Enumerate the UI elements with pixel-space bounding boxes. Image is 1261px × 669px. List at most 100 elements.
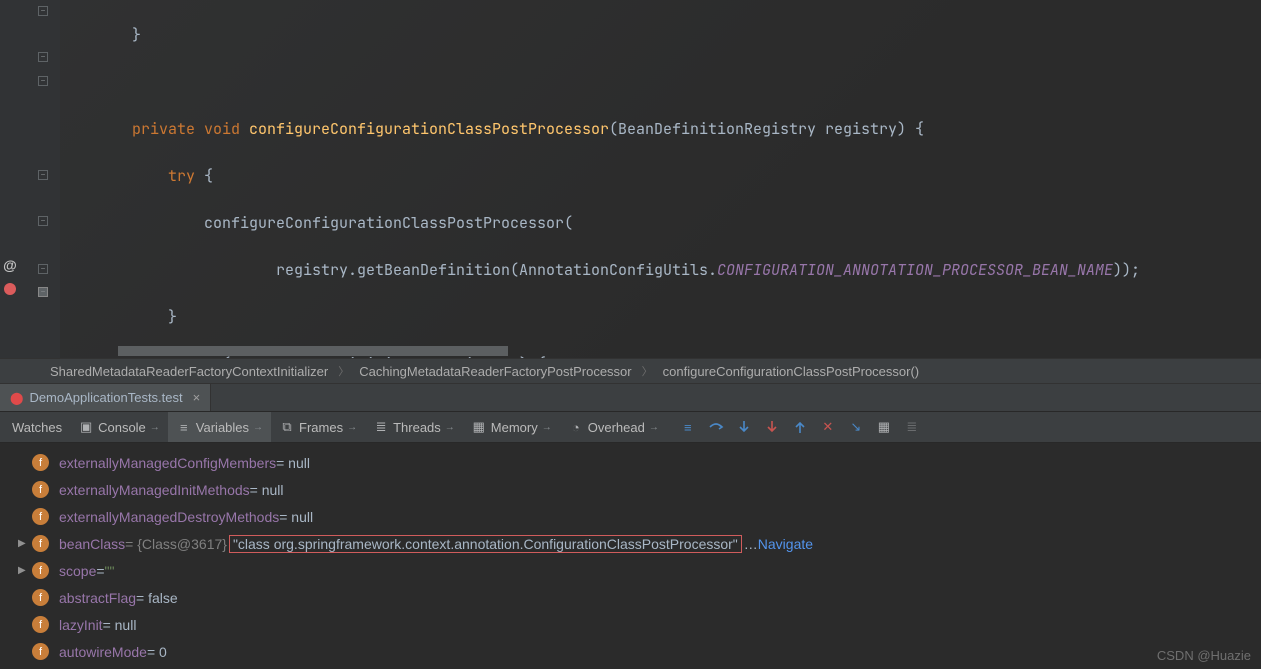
var-value: = null [250,482,284,498]
variable-row[interactable]: fabstractFlag = false [4,584,1261,611]
horizontal-scrollbar[interactable] [118,346,508,356]
variable-row[interactable]: f externallyManagedConfigMembers = null [4,449,1261,476]
tab-console[interactable]: ▣ Console → [70,412,168,442]
breadcrumb-item[interactable]: CachingMetadataReaderFactoryPostProcesso… [359,364,631,379]
var-name: abstractFlag [59,590,136,606]
debug-icon: ⬤ [10,391,23,405]
tab-label: Memory [491,420,538,435]
step-out-icon[interactable] [791,418,809,436]
fold-marker-icon[interactable]: − [38,52,48,62]
var-name: scope [59,563,96,579]
breadcrumb-item[interactable]: SharedMetadataReaderFactoryContextInitia… [50,364,328,379]
step-over-icon[interactable] [707,418,725,436]
tab-memory[interactable]: ▦Memory→ [463,412,560,442]
run-to-cursor-icon[interactable]: ↘ [847,418,865,436]
code-text: } [60,25,141,45]
breadcrumb[interactable]: SharedMetadataReaderFactoryContextInitia… [0,358,1261,384]
code-text: CONFIGURATION_ANNOTATION_PROCESSOR_BEAN_… [717,260,1113,280]
variables-panel[interactable]: f externallyManagedConfigMembers = null f… [0,443,1261,665]
step-into-icon[interactable] [735,418,753,436]
navigate-link[interactable]: Navigate [758,536,813,552]
var-name: externallyManagedInitMethods [59,482,250,498]
variable-row[interactable]: flazyInit = null [4,611,1261,638]
fold-marker-icon[interactable]: − [38,264,48,274]
tab-label: Overhead [588,420,645,435]
run-tab[interactable]: ⬤ DemoApplicationTests.test × [0,384,211,411]
show-execution-icon[interactable]: ≡ [679,418,697,436]
tab-label: Watches [12,420,62,435]
code-text: registry.getBeanDefinition(AnnotationCon… [60,260,717,280]
watermark: CSDN @Huazie [1157,648,1251,663]
tab-threads[interactable]: ≣Threads→ [365,412,463,442]
ellipsis: … [744,536,758,552]
annotation-icon[interactable]: @ [0,258,20,272]
gutter: − − − − − @ − − [0,0,60,358]
code-text: )); [1113,260,1140,280]
var-value: = null [103,617,137,633]
threads-icon: ≣ [373,419,389,435]
field-icon: f [32,508,49,525]
fold-marker-icon[interactable]: − [38,6,48,16]
field-icon: f [32,481,49,498]
force-step-into-icon[interactable] [763,418,781,436]
var-value: = null [276,455,310,471]
fold-marker-icon[interactable]: − [38,216,48,226]
breakpoint-icon[interactable] [0,282,20,296]
tab-label: Threads [393,420,441,435]
var-value: = false [136,590,178,606]
chevron-right-icon: 〉 [338,363,349,379]
code-editor[interactable]: − − − − − @ − − } private void configure… [0,0,1261,358]
fold-marker-icon[interactable]: − [38,170,48,180]
code-text: } [60,307,177,327]
code-text: configureConfigurationClassPostProcessor [249,119,609,139]
code-text: configureConfigurationClassPostProcessor… [60,213,573,233]
var-name: externallyManagedDestroyMethods [59,509,279,525]
fold-marker-icon[interactable]: − [38,76,48,86]
pin-icon: → [150,422,160,433]
evaluate-icon[interactable]: ▦ [875,418,893,436]
run-tab-label: DemoApplicationTests.test [29,390,182,405]
pin-icon: → [649,422,659,433]
code-text: { [204,166,213,186]
fold-marker-icon[interactable]: − [38,287,48,297]
expand-icon[interactable]: ▶ [18,538,32,549]
var-name: beanClass [59,536,125,552]
tab-label: Console [98,420,146,435]
var-name: externallyManagedConfigMembers [59,455,276,471]
var-value: = 0 [147,644,167,660]
tab-frames[interactable]: ⧉Frames→ [271,412,365,442]
tab-variables[interactable]: ≡Variables→ [168,412,271,442]
console-icon: ▣ [78,419,94,435]
overhead-icon: ◔ [568,419,584,435]
field-icon: f [32,535,49,552]
tab-label: Variables [196,420,249,435]
variable-row[interactable]: ▶fbeanClass = {Class@3617} "class org.sp… [4,530,1261,557]
variables-icon: ≡ [176,419,192,435]
chevron-right-icon: 〉 [642,363,653,379]
expand-icon[interactable]: ▶ [18,565,32,576]
drop-frame-icon[interactable]: ✕ [819,418,837,436]
tab-label: Frames [299,420,343,435]
field-icon: f [32,562,49,579]
var-string: "class org.springframework.context.annot… [233,536,738,552]
breadcrumb-item[interactable]: configureConfigurationClassPostProcessor… [663,364,920,379]
code-text: private [60,119,204,139]
variable-row[interactable]: f externallyManagedInitMethods = null [4,476,1261,503]
variable-row[interactable]: ▶fscope = "" [4,557,1261,584]
field-icon: f [32,643,49,660]
tab-overhead[interactable]: ◔ Overhead → [560,412,667,442]
code-text: (BeanDefinitionRegistry registry) { [609,119,924,139]
variable-row[interactable]: fexternallyManagedDestroyMethods = null [4,503,1261,530]
code-text: void [204,119,249,139]
trace-icon[interactable]: ≣ [903,418,921,436]
var-name: autowireMode [59,644,147,660]
frames-icon: ⧉ [279,419,295,435]
run-config-tabbar: ⬤ DemoApplicationTests.test × [0,384,1261,412]
close-icon[interactable]: × [193,390,201,405]
variable-row[interactable]: f autowireMode = 0 [4,638,1261,665]
memory-icon: ▦ [471,419,487,435]
field-icon: f [32,454,49,471]
tab-watches[interactable]: Watches [4,412,70,442]
code-area[interactable]: } private void configureConfigurationCla… [60,0,1261,358]
code-text: try [60,166,204,186]
